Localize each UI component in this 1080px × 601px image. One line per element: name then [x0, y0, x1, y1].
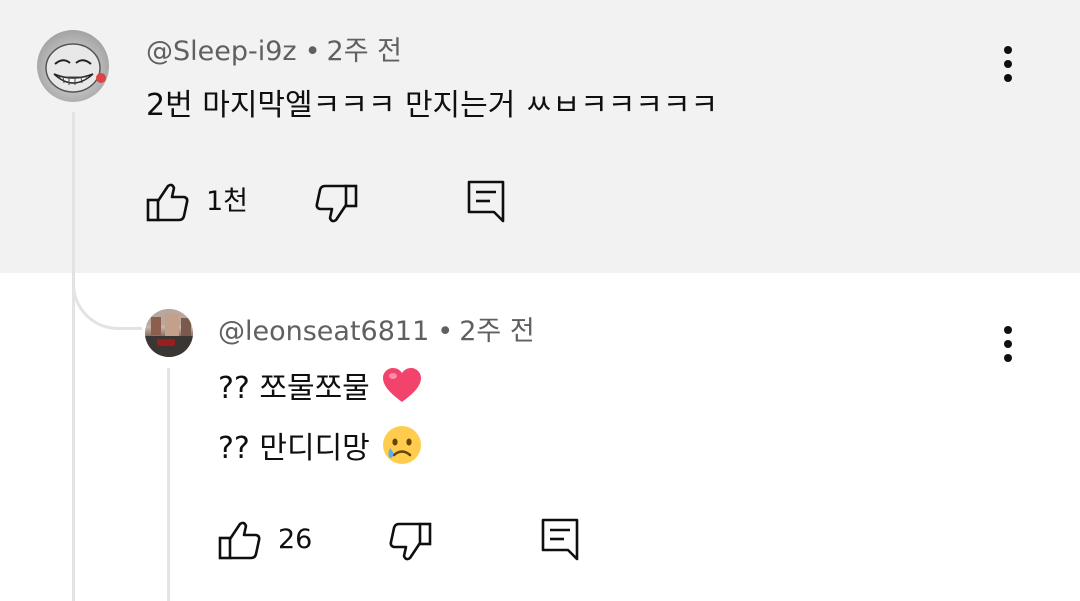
reply-meta: @leonseat6811 • 2주 전 [218, 315, 535, 349]
meta-separator: • [304, 36, 321, 67]
thumbs-down-icon [389, 522, 432, 561]
like-count: 1천 [206, 186, 249, 217]
reply-text-line-2: ?? 만디디망 [218, 424, 423, 469]
pink-heart-icon [383, 368, 422, 402]
dislike-button[interactable] [388, 520, 432, 564]
more-vertical-icon[interactable] [996, 324, 1020, 364]
reply-button[interactable] [466, 179, 506, 223]
reply-line-text: ?? 만디디망 [218, 431, 370, 466]
thumbs-down-icon [315, 184, 358, 223]
like-button[interactable] [146, 180, 190, 224]
reply-author[interactable]: @leonseat6811 [218, 316, 429, 347]
thread-line [72, 112, 75, 601]
like-count: 26 [278, 524, 313, 555]
reply-icon [467, 180, 505, 223]
reply-button[interactable] [540, 517, 580, 561]
thumbs-up-icon [218, 521, 261, 560]
crying-face-icon [383, 426, 422, 464]
reply-thread-line [167, 368, 170, 601]
comment-timestamp[interactable]: 2주 전 [327, 36, 402, 67]
like-button[interactable] [218, 518, 262, 562]
avatar[interactable] [145, 309, 193, 357]
reply-text-line-1: ?? 쪼물쪼물 [218, 366, 423, 409]
more-vertical-icon[interactable] [996, 44, 1020, 84]
comment-author[interactable]: @Sleep-i9z [146, 36, 297, 67]
avatar[interactable] [37, 30, 109, 102]
thumbs-up-icon [146, 183, 189, 222]
dislike-button[interactable] [314, 182, 358, 226]
thread-connector [72, 252, 142, 330]
reply-line-text: ?? 쪼물쪼물 [218, 371, 370, 406]
comment-text: 2번 마지막엘ㅋㅋㅋ 만지는거 ㅆㅂㅋㅋㅋㅋㅋ [146, 88, 719, 123]
comment-meta: @Sleep-i9z • 2주 전 [146, 35, 402, 69]
reply-icon [541, 518, 579, 561]
meta-separator: • [437, 316, 454, 347]
reply-timestamp[interactable]: 2주 전 [459, 316, 534, 347]
